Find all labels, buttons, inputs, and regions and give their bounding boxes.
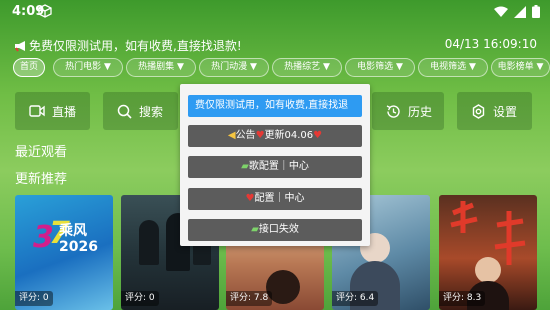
poster-score: 评分: 6.4: [332, 291, 379, 306]
popup-notice-button[interactable]: 费仅限测试用，如有收费,直接找退: [188, 95, 362, 117]
gear-icon: [472, 103, 485, 119]
nav-hot-series[interactable]: 热播剧集 ▼: [126, 58, 196, 77]
battery-icon: [532, 5, 540, 18]
nav-hot-movies[interactable]: 热门电影 ▼: [53, 58, 123, 77]
search-label: 搜索: [139, 104, 164, 119]
megaphone-icon: ◀: [227, 130, 236, 141]
settings-label: 设置: [493, 104, 518, 119]
history-label: 历史: [408, 104, 433, 119]
poster-score: 评分: 0: [121, 291, 159, 306]
notice-text: 免费仅限测试用，如有收费,直接找退款!: [29, 39, 242, 53]
popup-song-config-button[interactable]: ▰歌配置｜中心: [188, 156, 362, 178]
poster-card[interactable]: 评分: 8.3: [439, 195, 537, 310]
popup-update-label: 更新04.06: [264, 130, 314, 141]
heart-icon: ♥: [313, 130, 323, 141]
figure-face: [475, 257, 501, 283]
poster-title: 乘风 2026: [59, 223, 98, 255]
video-camera-icon: [29, 105, 45, 117]
popup-song-config-label: 歌配置｜中心: [248, 161, 309, 172]
cash-icon: ▰: [241, 161, 249, 172]
nav-movie-filter[interactable]: 电影筛选 ▼: [345, 58, 415, 77]
poster-score: 评分: 0: [15, 291, 53, 306]
live-button[interactable]: 直播: [15, 92, 90, 130]
popup-config-label: 配置｜中心: [254, 193, 305, 204]
nav-hot-variety[interactable]: 热播综艺 ▼: [272, 58, 342, 77]
nav-tv-filter[interactable]: 电视筛选 ▼: [418, 58, 488, 77]
popup-interface-failed-button[interactable]: ▰接口失效: [188, 219, 362, 241]
popup-announcement-button[interactable]: ◀公告♥更新04.06♥: [188, 125, 362, 147]
poster-score: 评分: 7.8: [226, 291, 273, 306]
nav-hot-anime[interactable]: 热门动漫 ▼: [199, 58, 269, 77]
poster-score: 评分: 8.3: [439, 291, 486, 306]
clock-display: 04/13 16:09:10: [444, 37, 537, 51]
nav-home[interactable]: 首页: [13, 58, 45, 77]
live-label: 直播: [52, 104, 77, 119]
figure-silhouette: [139, 220, 159, 265]
nav-movie-ranking[interactable]: 电影榜单 ▼: [491, 58, 550, 77]
popup-interface-failed-label: 接口失效: [258, 224, 299, 235]
popup-announcement-label: 公告: [235, 130, 256, 141]
poster-card[interactable]: 3 7 乘风 2026 评分: 0: [15, 195, 113, 310]
status-bar: 4:09: [0, 0, 550, 24]
search-icon: [117, 104, 132, 119]
history-button[interactable]: 历史: [372, 92, 444, 130]
settings-button[interactable]: 设置: [457, 92, 532, 130]
recent-section-title: 最近观看: [15, 145, 68, 160]
history-icon: [386, 104, 400, 118]
cube-icon: [38, 4, 52, 18]
megaphone-icon: [15, 40, 25, 52]
notice-banner: 免费仅限测试用，如有收费,直接找退款!: [14, 37, 242, 54]
signal-icon: [514, 5, 526, 18]
updates-section-title: 更新推荐: [15, 172, 68, 187]
heart-icon: ♥: [255, 130, 265, 141]
config-popup: 费仅限测试用，如有收费,直接找退 ◀公告♥更新04.06♥ ▰歌配置｜中心 ♥配…: [180, 84, 370, 246]
cash-icon: ▰: [251, 224, 259, 235]
popup-config-button[interactable]: ♥配置｜中心: [188, 188, 362, 210]
wifi-icon: [494, 6, 508, 17]
search-button[interactable]: 搜索: [103, 92, 178, 130]
